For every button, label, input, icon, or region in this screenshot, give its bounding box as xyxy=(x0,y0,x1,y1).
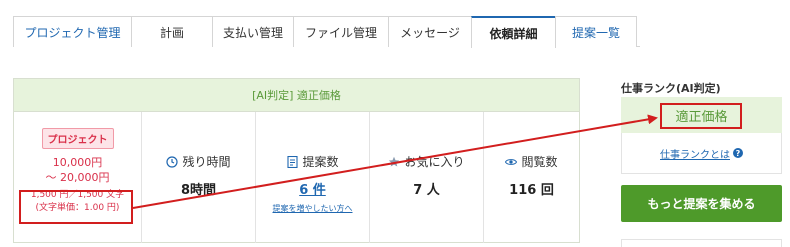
increase-proposals-link[interactable]: 提案を増やしたい方へ xyxy=(273,203,353,214)
tab-messages[interactable]: メッセージ xyxy=(388,16,472,47)
favorites-cell: お気に入り 7 人 xyxy=(370,112,484,243)
eye-icon xyxy=(505,156,518,168)
price-range: 10,000円 ～ 20,000円 xyxy=(46,155,110,185)
document-icon xyxy=(286,155,298,168)
next-panel-edge xyxy=(621,239,782,247)
remaining-time-label: 残り時間 xyxy=(182,155,231,169)
proposal-count-label: 提案数 xyxy=(302,155,339,169)
job-rank-help-link[interactable]: 仕事ランクとは xyxy=(660,146,730,161)
job-rank-title: 仕事ランク(AI判定) xyxy=(621,82,721,95)
tab-files[interactable]: ファイル管理 xyxy=(293,16,389,47)
views-cell: 閲覧数 116 回 xyxy=(484,112,579,243)
tab-bar: プロジェクト管理 計画 支払い管理 ファイル管理 メッセージ 依頼詳細 提案一覧 xyxy=(13,16,640,48)
tab-plan[interactable]: 計画 xyxy=(131,16,213,47)
price-max: ～ 20,000円 xyxy=(45,171,110,184)
views-value: 116 回 xyxy=(509,183,554,198)
summary-cells: プロジェクト 10,000円 ～ 20,000円 1,500 円／1,500 文… xyxy=(14,112,579,243)
help-icon[interactable]: ? xyxy=(733,148,743,158)
favorites-label: お気に入り xyxy=(404,155,465,169)
clock-icon xyxy=(166,155,179,168)
proposal-count-cell: 提案数 6 件 提案を増やしたい方へ xyxy=(256,112,370,243)
project-cell: プロジェクト 10,000円 ～ 20,000円 1,500 円／1,500 文… xyxy=(14,112,142,243)
price-min: 10,000円 xyxy=(52,156,103,169)
views-label: 閲覧数 xyxy=(521,155,558,169)
favorites-value: 7 人 xyxy=(413,183,440,198)
request-summary-card: [AI判定] 適正価格 プロジェクト 10,000円 ～ 20,000円 1,5… xyxy=(13,78,580,243)
tab-proposals[interactable]: 提案一覧 xyxy=(555,16,637,47)
job-rank-help: 仕事ランクとは ? xyxy=(621,133,782,174)
tab-payment[interactable]: 支払い管理 xyxy=(212,16,294,47)
tab-request-details[interactable]: 依頼詳細 xyxy=(471,16,556,48)
annotation-box-rank xyxy=(660,103,742,129)
project-badge: プロジェクト xyxy=(41,128,114,149)
tab-project-management[interactable]: プロジェクト管理 xyxy=(13,16,132,47)
star-icon xyxy=(388,156,400,168)
proposal-count-link[interactable]: 6 件 xyxy=(299,179,326,198)
remaining-time-cell: 残り時間 8時間 xyxy=(142,112,256,243)
remaining-time-value: 8時間 xyxy=(180,183,217,198)
ai-judgement-header: [AI判定] 適正価格 xyxy=(14,79,579,112)
gather-more-proposals-button[interactable]: もっと提案を集める xyxy=(621,185,782,222)
annotation-box-unit-price xyxy=(19,190,133,224)
